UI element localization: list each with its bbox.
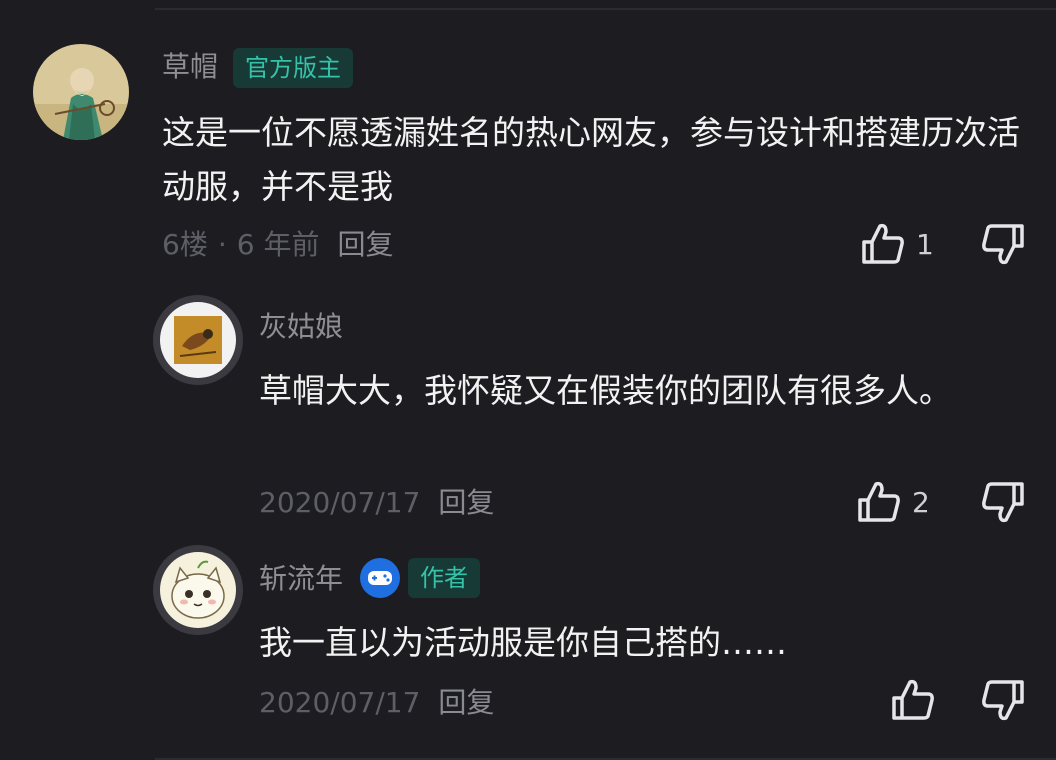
avatar[interactable] (160, 302, 236, 378)
divider (155, 8, 1056, 10)
comment-meta: 2020/07/17 回复 (259, 486, 494, 520)
avatar[interactable] (33, 44, 129, 140)
thumbs-up-icon (860, 222, 906, 266)
old-man-painting-avatar (33, 44, 129, 140)
cartoon-cat-avatar (160, 552, 236, 628)
timestamp: 2020/07/17 (259, 486, 421, 519)
like-count: 2 (912, 485, 930, 519)
comment-text: 这是一位不愿透漏姓名的热心网友，参与设计和搭建历次活动服，并不是我 (162, 113, 1020, 206)
comment-text: 草帽大大，我怀疑又在假装你的团队有很多人。 (259, 371, 952, 410)
thumbs-up-icon (856, 480, 902, 524)
username[interactable]: 斩流年 (259, 562, 343, 596)
thumbs-down-icon[interactable] (980, 678, 1026, 722)
moderator-badge: 官方版主 (233, 48, 353, 88)
like-button[interactable]: 1 (860, 222, 934, 266)
bird-painting-avatar (160, 302, 236, 378)
comment-meta: 2020/07/17 回复 (259, 686, 494, 720)
reply-button[interactable]: 回复 (438, 686, 494, 719)
floor-number: 6楼 (162, 228, 208, 261)
separator-dot: · (217, 228, 227, 261)
reply-button[interactable]: 回复 (438, 486, 494, 519)
timestamp: 2020/07/17 (259, 686, 421, 719)
avatar[interactable] (160, 552, 236, 628)
author-badge: 作者 (408, 558, 480, 598)
game-controller-icon (360, 558, 400, 598)
comment-meta: 6楼 · 6 年前 回复 (162, 228, 393, 262)
thumbs-up-icon[interactable] (890, 678, 936, 722)
timestamp: 6 年前 (236, 228, 320, 261)
thumbs-down-icon[interactable] (980, 222, 1026, 266)
username[interactable]: 灰姑娘 (259, 310, 343, 344)
comment-text: 我一直以为活动服是你自己搭的…… (259, 623, 787, 662)
like-button[interactable]: 2 (856, 480, 930, 524)
reply-button[interactable]: 回复 (337, 228, 393, 261)
thumbs-down-icon[interactable] (980, 480, 1026, 524)
username[interactable]: 草帽 (162, 50, 218, 84)
like-count: 1 (916, 227, 934, 261)
comment-thread: 草帽 官方版主 这是一位不愿透漏姓名的热心网友，参与设计和搭建历次活动服，并不是… (0, 0, 1056, 760)
